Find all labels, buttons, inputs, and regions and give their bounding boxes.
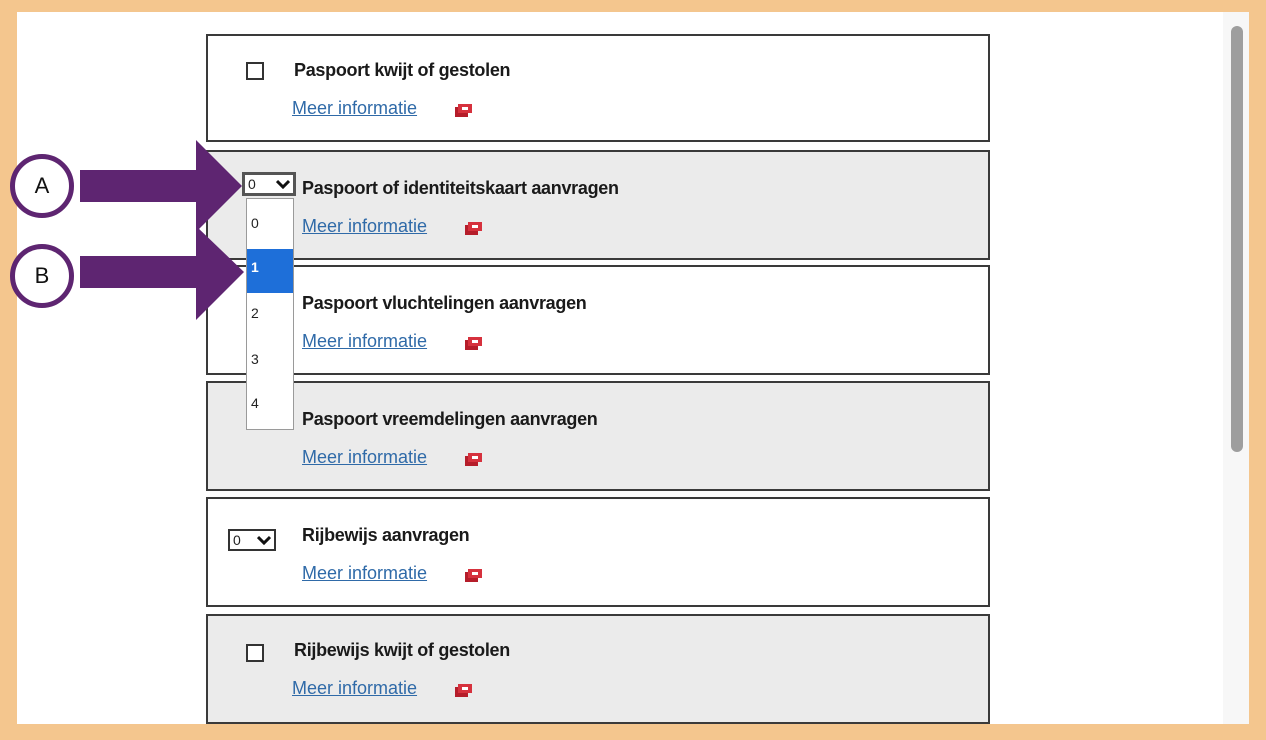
callout-b: B xyxy=(10,244,74,308)
annotation-arrows xyxy=(80,140,244,320)
arrow-right-icon xyxy=(80,140,242,232)
callout-a: A xyxy=(10,154,74,218)
arrow-right-icon xyxy=(80,226,244,320)
